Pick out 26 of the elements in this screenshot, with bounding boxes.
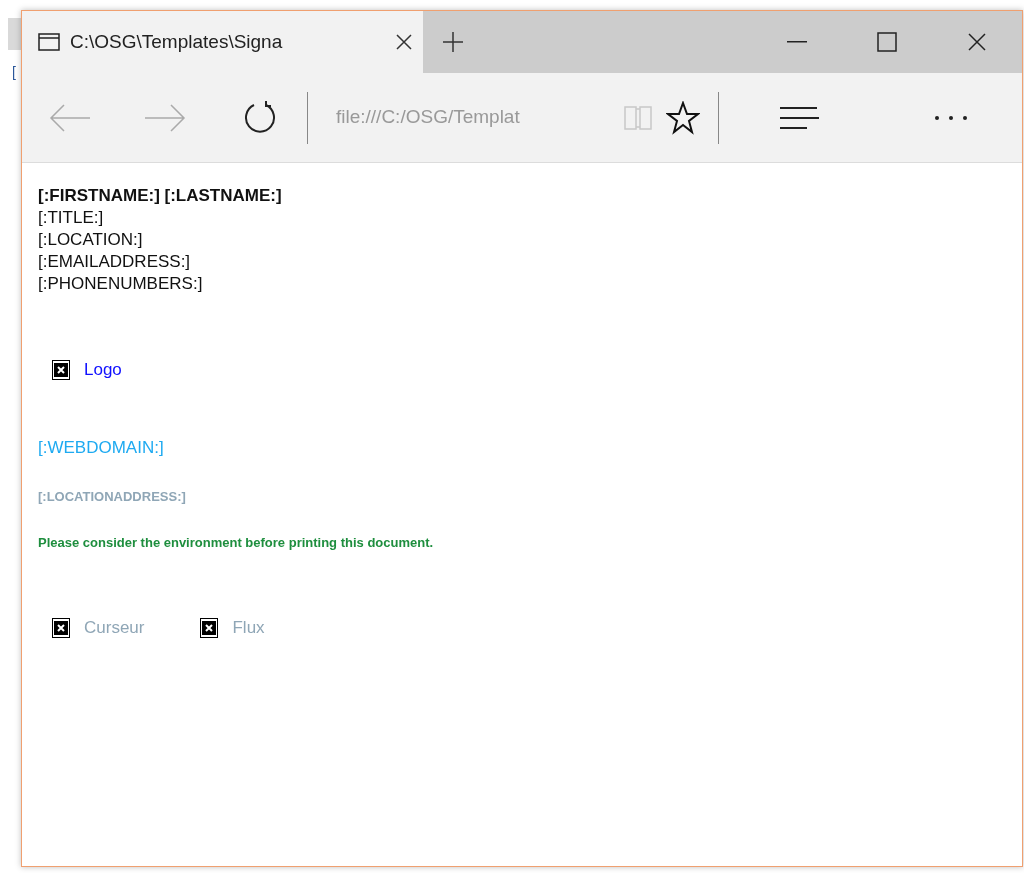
broken-image-icon xyxy=(52,359,70,380)
new-tab-icon[interactable] xyxy=(442,31,464,53)
web-domain: [:WEBDOMAIN:] xyxy=(38,436,164,459)
broken-image-icon xyxy=(200,617,219,638)
close-icon[interactable] xyxy=(395,33,413,51)
broken-image-icon xyxy=(52,617,70,638)
name-line: [:FIRSTNAME:] [:LASTNAME:] xyxy=(38,185,282,207)
hub-icon[interactable] xyxy=(779,105,819,130)
signature-field: [:EMAILADDRESS:] xyxy=(38,251,191,273)
minimize-icon[interactable] xyxy=(787,41,807,43)
background-window xyxy=(8,18,22,50)
signature-field: [:LOCATION:] xyxy=(38,229,143,251)
image-alt-text: Logo xyxy=(84,359,122,381)
star-icon[interactable] xyxy=(666,100,700,135)
page-icon xyxy=(38,33,60,51)
print-notice: Please consider the environment before printing this document. xyxy=(38,533,434,552)
image-alt-text: Curseur xyxy=(84,617,145,639)
close-icon[interactable] xyxy=(967,32,987,52)
signature-field: [:TITLE:] xyxy=(38,207,104,229)
maximize-icon[interactable] xyxy=(877,32,897,52)
more-icon[interactable] xyxy=(933,114,968,121)
location-address: [:LOCATIONADDRESS:] xyxy=(38,488,186,506)
background-text: [ xyxy=(12,63,16,82)
image-alt-text: Flux xyxy=(232,617,265,639)
signature-field: [:PHONENUMBERS:] xyxy=(38,273,203,295)
browser-tab[interactable]: C:\OSG\Templates\Signa xyxy=(22,11,423,73)
